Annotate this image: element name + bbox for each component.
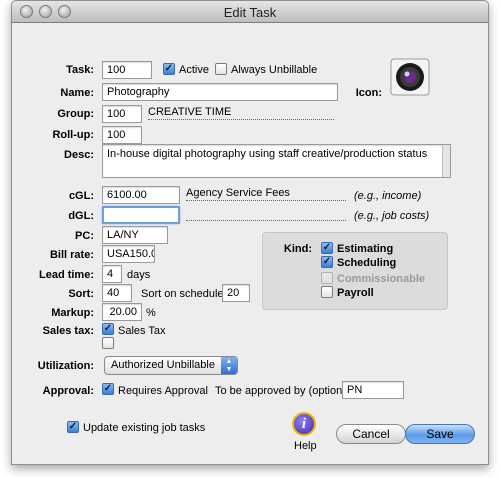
group-description: CREATIVE TIME [148, 106, 334, 120]
bill-rate-label: Bill rate: [49, 249, 94, 261]
sort-schedule-field[interactable]: 20 [222, 284, 250, 302]
utilization-selected: Authorized Unbillable [111, 359, 215, 371]
dgl-field[interactable] [102, 206, 180, 224]
pc-field[interactable]: LA/NY [102, 226, 168, 244]
task-field[interactable]: 100 [102, 61, 152, 79]
group-field[interactable]: 100 [102, 105, 142, 123]
sort-field[interactable]: 40 [102, 284, 132, 302]
lead-time-field[interactable]: 4 [102, 265, 122, 283]
name-label: Name: [60, 87, 94, 99]
kind-commissionable-checkbox[interactable] [321, 272, 333, 284]
sales-tax-label: Sales tax: [42, 325, 94, 337]
popup-arrows-icon: ▲ ▼ [221, 357, 237, 374]
name-field[interactable]: Photography [102, 83, 338, 101]
sales-tax-secondary-checkbox[interactable] [102, 337, 114, 349]
group-label: Group: [57, 108, 94, 120]
cancel-button[interactable]: Cancel [336, 424, 406, 444]
approval-label: Approval: [42, 385, 94, 397]
lead-time-label: Lead time: [38, 269, 94, 281]
kind-estimating-label: Estimating [337, 243, 394, 255]
cgl-label: cGL: [68, 190, 94, 202]
sort-label: Sort: [68, 288, 94, 300]
kind-scheduling-checkbox[interactable] [321, 256, 333, 268]
sales-tax-checkbox[interactable] [102, 323, 114, 335]
kind-payroll-checkbox[interactable] [321, 286, 333, 298]
dgl-label: dGL: [68, 210, 94, 222]
kind-commissionable-label: Commissionable [337, 273, 426, 285]
desc-label: Desc: [64, 149, 94, 161]
help-label: Help [294, 440, 317, 452]
update-job-tasks-checkbox[interactable] [67, 421, 79, 433]
task-label: Task: [66, 64, 94, 76]
update-job-tasks-label: Update existing job tasks [83, 422, 206, 434]
icon-label: Icon: [355, 87, 382, 99]
kind-scheduling-label: Scheduling [337, 257, 397, 269]
kind-estimating-checkbox[interactable] [321, 242, 333, 254]
cgl-field[interactable]: 6100.00 [102, 186, 180, 204]
cgl-hint: (e.g., income) [354, 190, 422, 202]
bill-rate-field[interactable]: USA150.0 [102, 245, 155, 263]
always-unbillable-label: Always Unbillable [231, 64, 318, 76]
markup-label: Markup: [51, 307, 94, 319]
always-unbillable-checkbox[interactable] [215, 63, 227, 75]
utilization-label: Utilization: [37, 360, 94, 372]
save-button[interactable]: Save [405, 424, 475, 444]
title-bar[interactable]: Edit Task [12, 1, 488, 23]
sales-tax-option-label: Sales Tax [118, 325, 166, 337]
cgl-description: Agency Service Fees [186, 187, 346, 201]
markup-unit: % [146, 307, 156, 319]
requires-approval-label: Requires Approval [118, 385, 208, 397]
window-title: Edit Task [223, 5, 277, 20]
approver-label: To be approved by (optional): [215, 385, 358, 397]
rollup-field[interactable]: 100 [102, 126, 142, 144]
sort-schedule-label: Sort on schedule: [141, 288, 227, 300]
active-checkbox[interactable] [163, 63, 175, 75]
lead-time-unit: days [127, 269, 151, 281]
edit-task-window: Edit Task Task: 100 Active Always Unbill… [11, 0, 489, 465]
approver-field[interactable]: PN [342, 381, 404, 399]
pc-label: PC: [75, 230, 94, 242]
utilization-popup[interactable]: Authorized Unbillable ▲ ▼ [104, 356, 238, 375]
desc-text: In-house digital photography using staff… [107, 148, 428, 160]
camera-lens-icon[interactable] [390, 58, 430, 96]
active-label: Active [179, 64, 209, 76]
requires-approval-checkbox[interactable] [102, 383, 114, 395]
markup-field[interactable]: 20.00 [102, 303, 142, 321]
dgl-description [186, 207, 346, 221]
kind-payroll-label: Payroll [337, 287, 374, 299]
rollup-label: Roll-up: [52, 129, 94, 141]
help-icon[interactable]: i [292, 412, 316, 436]
desc-textarea[interactable]: In-house digital photography using staff… [102, 144, 451, 178]
dgl-hint: (e.g., job costs) [354, 210, 430, 222]
desc-scrollbar[interactable] [442, 145, 450, 177]
kind-label: Kind: [283, 243, 312, 255]
